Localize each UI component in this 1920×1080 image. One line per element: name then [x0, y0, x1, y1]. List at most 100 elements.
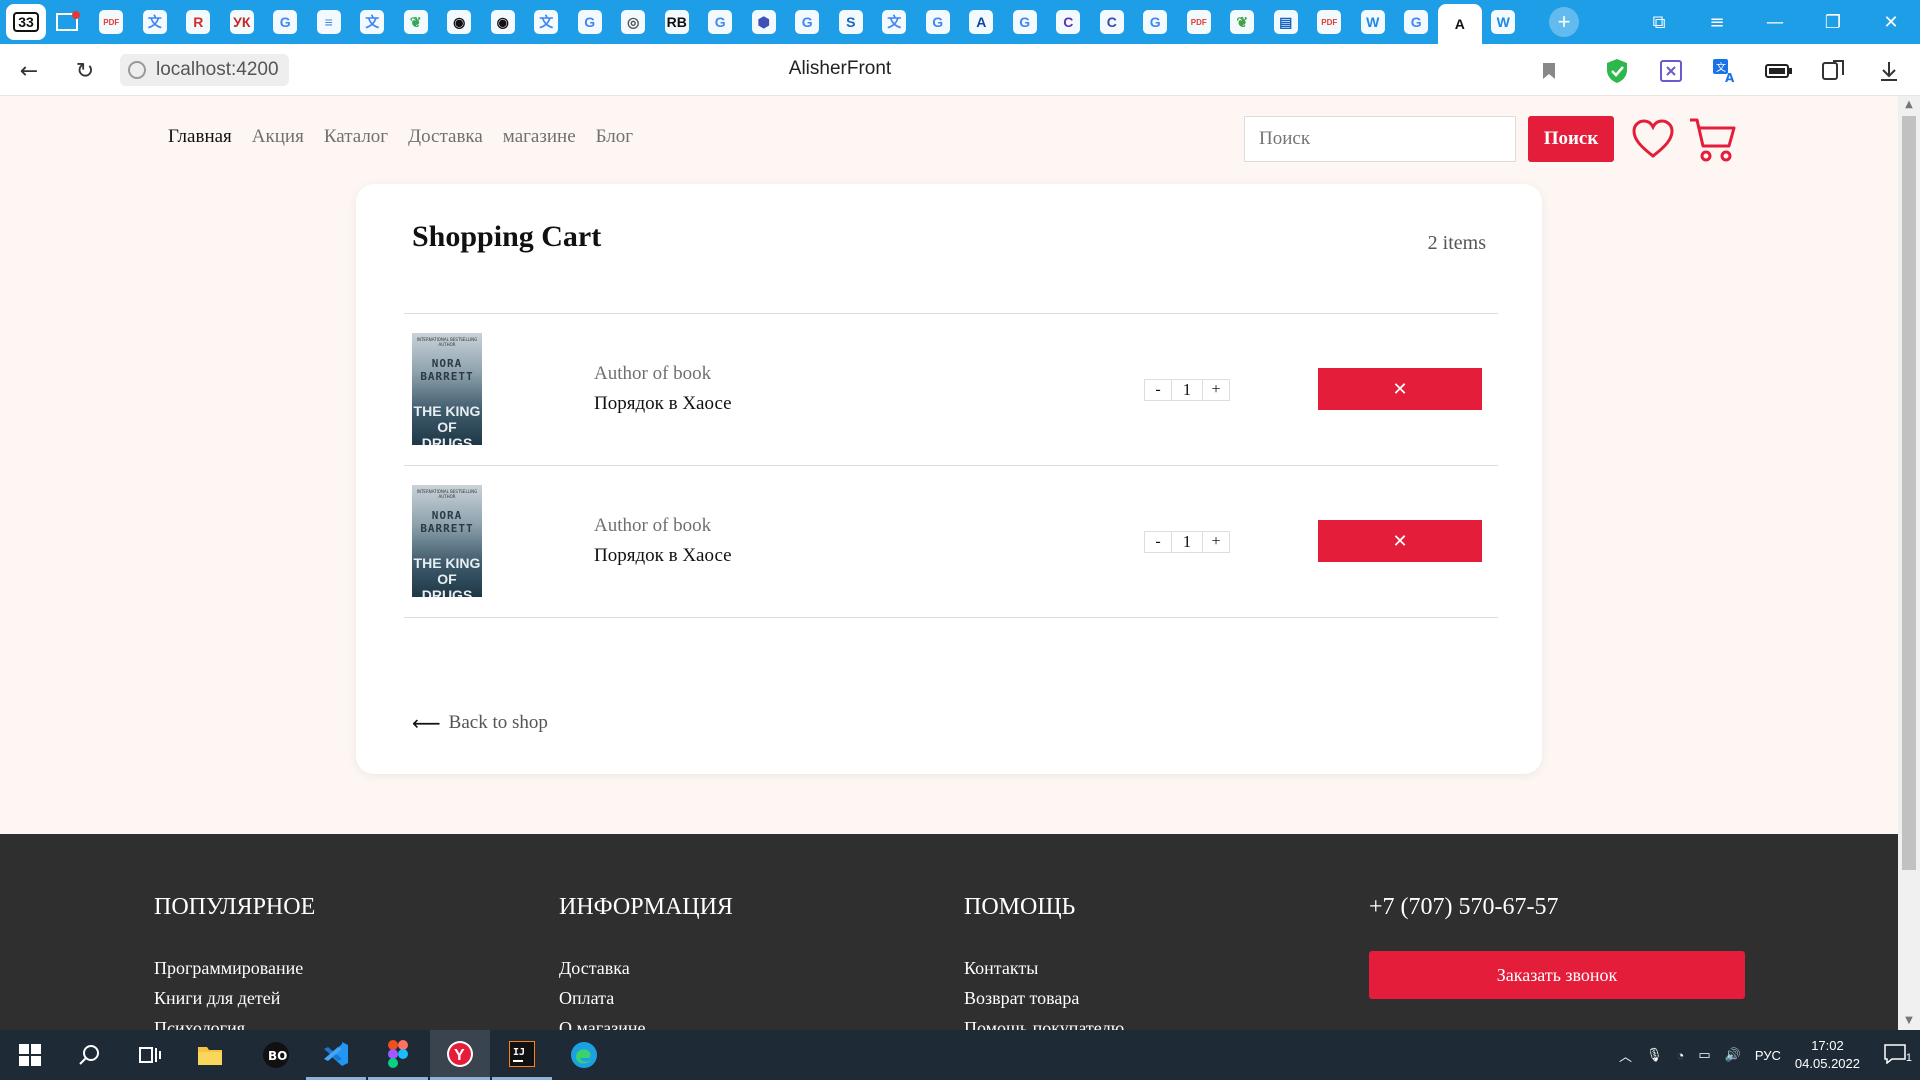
- search-button[interactable]: Поиск: [1528, 116, 1614, 162]
- browser-tab-google-icon[interactable]: G: [1134, 0, 1178, 44]
- scrollbar-thumb[interactable]: [1902, 116, 1916, 870]
- quantity-input[interactable]: [1172, 379, 1202, 401]
- translate-extension-icon[interactable]: 文A: [1710, 56, 1740, 86]
- browser-tab-ww-icon[interactable]: W: [1351, 0, 1395, 44]
- browser-tab-docs-icon[interactable]: ≡: [307, 0, 351, 44]
- browser-tab-hexagon-icon[interactable]: ⬢: [742, 0, 786, 44]
- battery-icon[interactable]: [1764, 56, 1794, 86]
- browser-tab-ww-icon[interactable]: W: [1482, 0, 1526, 44]
- nav-link-promo[interactable]: Акция: [252, 126, 304, 148]
- footer-link[interactable]: Помощь покупателю: [964, 1013, 1124, 1030]
- browser-tab-pdf-icon[interactable]: PDF: [1177, 0, 1221, 44]
- browser-tab-github-icon[interactable]: ◉: [481, 0, 525, 44]
- increase-quantity-button[interactable]: +: [1202, 379, 1230, 401]
- new-tab-button[interactable]: +: [1549, 7, 1579, 37]
- nav-link-catalog[interactable]: Каталог: [324, 126, 388, 148]
- back-to-shop-link[interactable]: ⟵ Back to shop: [412, 711, 548, 735]
- decrease-quantity-button[interactable]: -: [1144, 379, 1172, 401]
- browser-tab-target-icon[interactable]: ◎: [612, 0, 656, 44]
- browser-tab-bookmark-red-icon[interactable]: R: [177, 0, 221, 44]
- book-author: Author of book: [594, 515, 712, 536]
- intellij-icon[interactable]: IJ: [492, 1030, 552, 1080]
- vscode-icon[interactable]: [306, 1030, 366, 1080]
- nav-link-delivery[interactable]: Доставка: [408, 126, 483, 148]
- scroll-down-arrow-icon[interactable]: ▼: [1898, 1012, 1920, 1030]
- menu-icon[interactable]: ≡: [1688, 0, 1746, 44]
- browser-tab-translate-icon[interactable]: 文: [525, 0, 569, 44]
- scroll-up-arrow-icon[interactable]: ▲: [1898, 96, 1920, 114]
- task-view-icon[interactable]: [120, 1030, 180, 1080]
- browser-tab-c-icon[interactable]: C: [1047, 0, 1091, 44]
- increase-quantity-button[interactable]: +: [1202, 531, 1230, 553]
- nav-link-home[interactable]: Главная: [168, 126, 232, 148]
- show-hidden-icons-chevron-icon[interactable]: ︿: [1619, 1046, 1632, 1065]
- footer-link[interactable]: Оплата: [559, 983, 733, 1013]
- remove-item-button[interactable]: ✕: [1318, 520, 1482, 562]
- browser-tab-stack-icon[interactable]: S: [829, 0, 873, 44]
- browser-tab-google-icon[interactable]: G: [264, 0, 308, 44]
- browser-tab-github-icon[interactable]: ◉: [438, 0, 482, 44]
- browser-tab-google-icon[interactable]: G: [568, 0, 612, 44]
- figma-icon[interactable]: [368, 1030, 428, 1080]
- quantity-input[interactable]: [1172, 531, 1202, 553]
- browser-tab-pdf-icon[interactable]: PDF: [1308, 0, 1352, 44]
- shopping-cart-icon[interactable]: [1688, 114, 1736, 164]
- request-callback-button[interactable]: Заказать звонок: [1369, 951, 1745, 999]
- browser-tab-google-icon[interactable]: G: [699, 0, 743, 44]
- decrease-quantity-button[interactable]: -: [1144, 531, 1172, 553]
- favorites-heart-icon[interactable]: [1630, 116, 1676, 162]
- battery-tray-icon[interactable]: ▭: [1698, 1047, 1710, 1063]
- bookmark-icon[interactable]: [1534, 56, 1564, 86]
- close-icon[interactable]: ✕: [1862, 0, 1920, 44]
- new-folder-tab-icon[interactable]: [46, 0, 90, 44]
- browser-tab-translate-icon[interactable]: 文: [133, 0, 177, 44]
- browser-tab-c-icon[interactable]: C: [1090, 0, 1134, 44]
- volume-icon[interactable]: 🔊: [1725, 1047, 1741, 1063]
- browser-tab-uk-icon[interactable]: УК: [220, 0, 264, 44]
- nav-link-stores[interactable]: магазине: [503, 126, 576, 148]
- reading-mode-icon[interactable]: [1818, 56, 1848, 86]
- footer-link[interactable]: Психология: [154, 1013, 315, 1030]
- excel-extension-icon[interactable]: [1656, 56, 1686, 86]
- tab-manager-button[interactable]: 33: [6, 4, 46, 40]
- footer-link[interactable]: Доставка: [559, 953, 733, 983]
- bo-app-icon[interactable]: BO: [246, 1030, 306, 1080]
- footer-link[interactable]: Программирование: [154, 953, 315, 983]
- minimize-icon[interactable]: —: [1746, 0, 1804, 44]
- shield-extension-icon[interactable]: [1602, 56, 1632, 86]
- footer-link[interactable]: Книги для детей: [154, 983, 315, 1013]
- browser-tab-google-icon[interactable]: G: [1395, 0, 1439, 44]
- microphone-icon[interactable]: 🎙: [1646, 1047, 1663, 1063]
- search-icon[interactable]: [60, 1030, 120, 1080]
- file-explorer-icon[interactable]: [180, 1030, 240, 1080]
- clock[interactable]: 17:02 04.05.2022: [1795, 1037, 1860, 1073]
- remove-item-button[interactable]: ✕: [1318, 368, 1482, 410]
- restore-icon[interactable]: ❐: [1804, 0, 1862, 44]
- nav-link-blog[interactable]: Блог: [596, 126, 633, 148]
- footer-link[interactable]: Возврат товара: [964, 983, 1124, 1013]
- footer-link[interactable]: Контакты: [964, 953, 1124, 983]
- search-input[interactable]: [1244, 116, 1516, 162]
- browser-tab-google-icon[interactable]: G: [916, 0, 960, 44]
- network-icon[interactable]: ◔: [1677, 1048, 1685, 1063]
- browser-tab-doc-icon[interactable]: ▤: [1264, 0, 1308, 44]
- footer-link[interactable]: О магазине: [559, 1013, 733, 1030]
- windows-start-icon[interactable]: [0, 1030, 60, 1080]
- page-scrollbar[interactable]: ▲ ▼: [1898, 96, 1920, 1030]
- language-indicator[interactable]: РУС: [1755, 1048, 1781, 1063]
- collections-icon[interactable]: ⧉: [1630, 0, 1688, 44]
- browser-tab-azure-icon[interactable]: A: [960, 0, 1004, 44]
- browser-tab-leaf-icon[interactable]: ❦: [1221, 0, 1265, 44]
- browser-tab-translate-icon[interactable]: 文: [873, 0, 917, 44]
- browser-tab-translate-icon[interactable]: 文: [351, 0, 395, 44]
- browser-tab-pdf-icon[interactable]: PDF: [90, 0, 134, 44]
- download-icon[interactable]: [1874, 56, 1904, 86]
- yandex-browser-icon[interactable]: Y: [430, 1030, 490, 1080]
- browser-tab-google-icon[interactable]: G: [786, 0, 830, 44]
- browser-tab-google-icon[interactable]: G: [1003, 0, 1047, 44]
- notifications-icon[interactable]: 1: [1884, 1043, 1912, 1067]
- edge-icon[interactable]: [554, 1030, 614, 1080]
- browser-tab-leaf-icon[interactable]: ❦: [394, 0, 438, 44]
- browser-tab-rb-icon[interactable]: RB: [655, 0, 699, 44]
- browser-tab-angular-icon[interactable]: A: [1438, 4, 1482, 44]
